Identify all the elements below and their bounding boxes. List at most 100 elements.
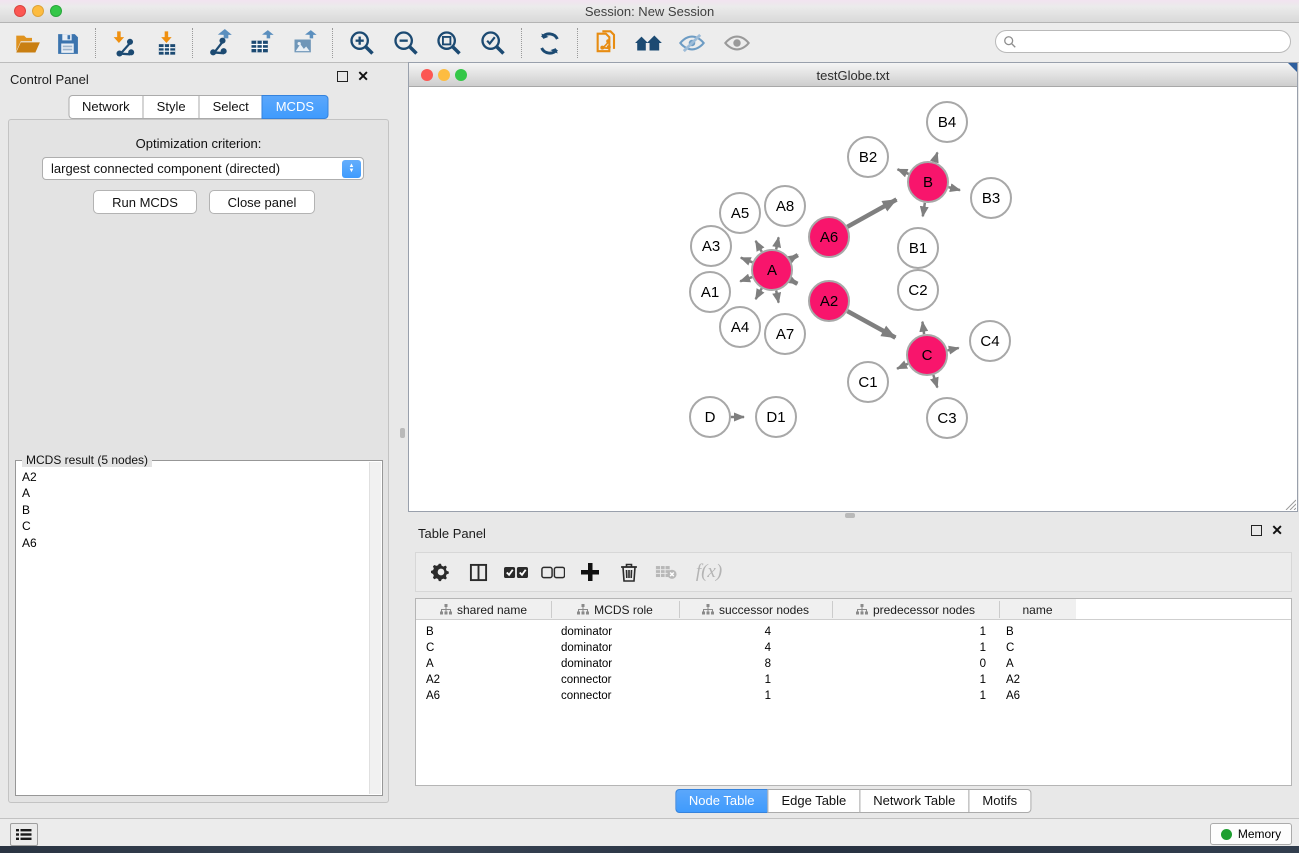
select-all-checkboxes-icon[interactable] (503, 559, 529, 585)
table-panel: Table Panel ✕ f(x) shared nameMCDS roles… (408, 518, 1299, 818)
optimization-criterion-select[interactable]: largest connected component (directed) ▲… (42, 157, 364, 180)
graph-edge-C-C3[interactable] (933, 375, 937, 387)
mcds-result-item[interactable]: A2 (22, 469, 369, 485)
table-cell: A6 (1006, 690, 1071, 702)
eye-icon[interactable] (722, 28, 752, 58)
close-panel-icon[interactable]: ✕ (1271, 525, 1283, 536)
column-header-predecessor-nodes[interactable]: predecessor nodes (832, 599, 999, 620)
vertical-splitter-handle[interactable] (400, 428, 405, 438)
graph-edge-A-A6[interactable] (790, 255, 798, 259)
graph-edge-A-A8[interactable] (776, 237, 778, 249)
table-row-C[interactable]: Cdominator41C (416, 641, 1076, 657)
table-row-A[interactable]: Adominator80A (416, 657, 1076, 673)
delete-trash-icon[interactable] (616, 559, 642, 585)
network-window-titlebar[interactable]: testGlobe.txt (409, 63, 1297, 87)
open-file-icon[interactable] (12, 28, 42, 58)
deselect-all-checkboxes-icon[interactable] (540, 559, 566, 585)
tab-network-table[interactable]: Network Table (859, 789, 969, 813)
import-network-icon[interactable] (108, 28, 138, 58)
graph-edge-B-B3[interactable] (948, 187, 960, 190)
settings-gear-icon[interactable] (428, 559, 454, 585)
import-table-icon[interactable] (152, 28, 182, 58)
export-network-icon[interactable] (204, 28, 234, 58)
graph-node-label: A8 (776, 198, 794, 215)
mcds-result-item[interactable]: A6 (22, 535, 369, 551)
float-window-icon[interactable] (1251, 525, 1262, 536)
graph-edge-A6-B[interactable] (847, 199, 896, 226)
eye-slash-icon[interactable] (677, 28, 707, 58)
graph-edge-A2-C[interactable] (847, 311, 895, 337)
column-header-MCDS-role[interactable]: MCDS role (551, 599, 679, 620)
tab-style[interactable]: Style (143, 95, 200, 119)
tab-node-table[interactable]: Node Table (675, 789, 769, 813)
table-delete-icon[interactable] (653, 559, 679, 585)
zoom-in-icon[interactable] (347, 28, 377, 58)
task-list-button[interactable] (10, 823, 38, 846)
table-row-A6[interactable]: A6connector11A6 (416, 689, 1076, 705)
close-panel-icon[interactable]: ✕ (357, 71, 369, 82)
graph-edge-A-A5[interactable] (756, 241, 762, 252)
search-box[interactable] (995, 30, 1291, 53)
list-icon (16, 828, 32, 841)
column-header-name[interactable]: name (999, 599, 1076, 620)
toolbar-separator (521, 28, 522, 58)
result-scrollbar[interactable] (369, 462, 381, 794)
graph-edge-C-C2[interactable] (922, 322, 924, 335)
graph-edge-B-B4[interactable] (934, 153, 937, 162)
table-row-B[interactable]: Bdominator41B (416, 625, 1076, 641)
window-corner-marker (1288, 63, 1297, 72)
zoom-out-icon[interactable] (391, 28, 421, 58)
graph-edge-A-A4[interactable] (756, 288, 762, 299)
tab-motifs[interactable]: Motifs (968, 789, 1031, 813)
mcds-result-item[interactable]: C (22, 518, 369, 534)
window-resize-grip[interactable] (1284, 498, 1296, 510)
tab-edge-table[interactable]: Edge Table (767, 789, 860, 813)
table-cell: connector (561, 690, 671, 702)
mcds-result-item[interactable]: A (22, 485, 369, 501)
graph-node-label: A6 (820, 229, 838, 246)
column-layout-icon[interactable] (465, 559, 491, 585)
float-window-icon[interactable] (337, 71, 348, 82)
graph-edge-B-B1[interactable] (923, 203, 925, 217)
tab-network[interactable]: Network (68, 95, 144, 119)
graph-edge-A-A1[interactable] (740, 277, 752, 281)
table-cell: 1 (671, 690, 771, 702)
memory-button[interactable]: Memory (1210, 823, 1292, 845)
export-table-icon[interactable] (247, 28, 277, 58)
document-network-icon[interactable] (592, 28, 622, 58)
run-mcds-button[interactable]: Run MCDS (93, 190, 197, 214)
graph-node-label: B2 (859, 149, 877, 166)
tab-select[interactable]: Select (199, 95, 263, 119)
column-header-successor-nodes[interactable]: successor nodes (679, 599, 832, 620)
network-graph[interactable]: B4B2BB3A5A8A6B1A3AA1C2A2A4A7C4CC1C3DD1 (409, 87, 1297, 511)
function-fx-icon[interactable]: f(x) (689, 559, 729, 585)
node-table[interactable]: shared nameMCDS role successor nodes prede… (415, 598, 1292, 786)
control-panel-tabs: NetworkStyleSelectMCDS (69, 95, 328, 119)
close-panel-button[interactable]: Close panel (209, 190, 315, 214)
select-stepper-icon: ▲▼ (342, 160, 361, 178)
mcds-result-item[interactable]: B (22, 502, 369, 518)
column-header-shared-name[interactable]: shared name (416, 599, 551, 620)
graph-edge-C-C4[interactable] (947, 348, 958, 351)
mcds-result-box: MCDS result (5 nodes) A2ABCA6 (15, 460, 383, 796)
table-cell: 4 (671, 626, 771, 638)
graph-edge-B-B2[interactable] (898, 169, 909, 174)
graph-edge-C-C1[interactable] (897, 364, 908, 369)
column-header-label: successor nodes (719, 603, 809, 617)
search-input[interactable] (1017, 33, 1290, 51)
table-cell: A2 (1006, 674, 1071, 686)
tab-mcds[interactable]: MCDS (262, 95, 328, 119)
graph-edge-A-A3[interactable] (741, 258, 753, 263)
export-image-icon[interactable] (290, 28, 320, 58)
graph-edge-A-A2[interactable] (790, 280, 797, 284)
graph-edge-A-A7[interactable] (776, 291, 778, 303)
table-panel-title: Table Panel (418, 525, 486, 543)
table-row-A2[interactable]: A2connector11A2 (416, 673, 1076, 689)
zoom-selected-icon[interactable] (478, 28, 508, 58)
refresh-icon[interactable] (534, 28, 564, 58)
zoom-fit-icon[interactable] (434, 28, 464, 58)
save-session-icon[interactable] (52, 28, 82, 58)
add-plus-icon[interactable] (577, 559, 603, 585)
houses-icon[interactable] (634, 28, 664, 58)
table-cell: 4 (671, 642, 771, 654)
